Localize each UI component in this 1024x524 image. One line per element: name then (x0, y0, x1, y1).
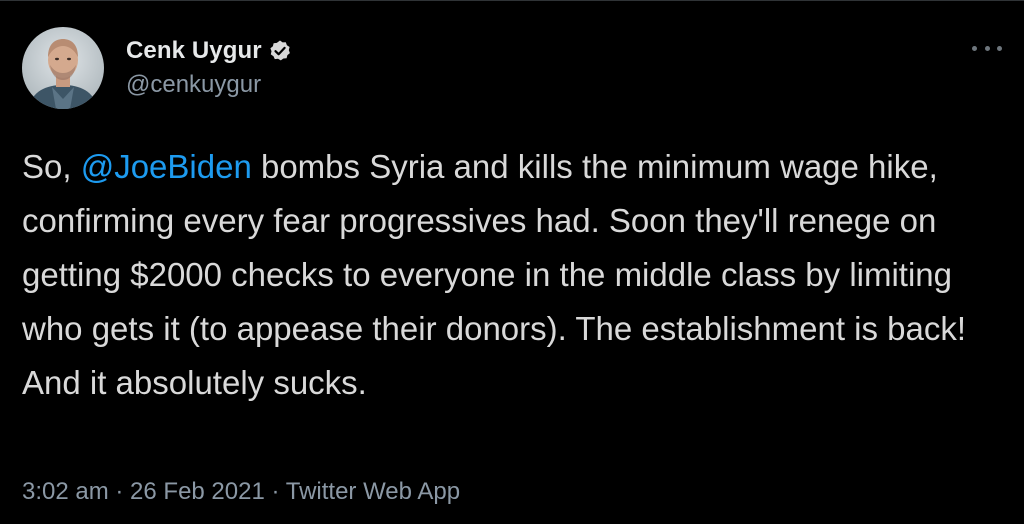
author-display-name[interactable]: Cenk Uygur (126, 37, 262, 65)
meta-separator: · (264, 478, 286, 505)
tweet-date: 26 Feb 2021 (130, 478, 265, 505)
more-options-icon[interactable] (972, 40, 1002, 56)
name-row: Cenk Uygur (126, 37, 292, 65)
author-names: Cenk Uygur @cenkuygur (126, 37, 292, 99)
verified-badge-icon (268, 39, 292, 63)
avatar-photo-icon (22, 27, 104, 109)
tweet-time: 3:02 am (22, 478, 109, 505)
more-dot (997, 45, 1002, 51)
tweet-text-before: So, (22, 148, 81, 185)
more-dot (972, 45, 977, 51)
tweet-card: Cenk Uygur @cenkuygur So, @JoeBiden bomb… (0, 0, 1024, 524)
tweet-meta: 3:02 am · 26 Feb 2021 · Twitter Web App (22, 478, 460, 506)
mention-link[interactable]: @JoeBiden (81, 148, 252, 185)
avatar[interactable] (22, 27, 104, 109)
author-handle[interactable]: @cenkuygur (126, 71, 292, 99)
tweet-text-after: bombs Syria and kills the minimum wage h… (22, 148, 967, 401)
meta-separator: · (108, 478, 131, 505)
tweet-source-link[interactable]: Twitter Web App (286, 478, 460, 505)
tweet-text: So, @JoeBiden bombs Syria and kills the … (22, 140, 1007, 410)
tweet-timestamp[interactable]: 3:02 am · 26 Feb 2021 (22, 478, 265, 505)
tweet-header: Cenk Uygur @cenkuygur (22, 26, 292, 110)
more-dot (984, 45, 990, 51)
